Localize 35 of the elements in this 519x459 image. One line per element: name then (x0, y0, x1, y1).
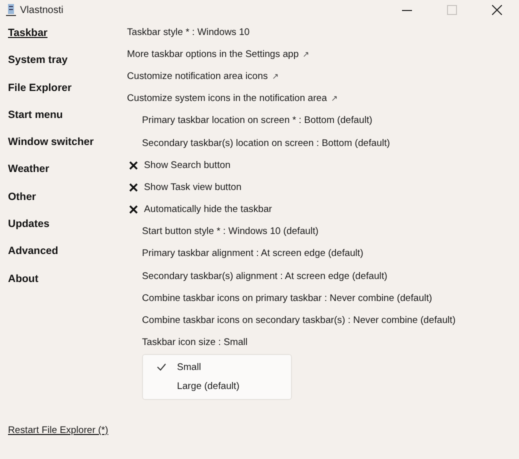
external-link-icon: ↗ (302, 50, 310, 59)
external-link-icon: ↗ (330, 94, 338, 104)
close-icon (492, 5, 502, 15)
setting-option[interactable]: Primary taskbar alignment : At screen edge (default) (142, 248, 364, 260)
setting-toggle[interactable]: Automatically hide the taskbar (144, 204, 272, 216)
settings-link[interactable]: More taskbar options in the Settings app (127, 48, 299, 60)
setting-option[interactable]: Secondary taskbar(s) location on screen : Bottom (default) (142, 138, 390, 149)
sidebar-item[interactable]: File Explorer (8, 74, 72, 102)
settings-link[interactable]: Customize notification area icons (127, 70, 268, 82)
menu-item[interactable]: Small (143, 358, 291, 377)
external-link-icon: ↗ (272, 72, 279, 81)
settings-link[interactable]: Customize system icons in the notification area (127, 93, 327, 104)
setting-toggle[interactable]: Show Task view button (144, 182, 242, 193)
setting-option[interactable]: Start button style * : Windows 10 (default) (142, 226, 319, 238)
sidebar-item[interactable]: Taskbar (8, 20, 48, 48)
setting-option[interactable]: Taskbar icon size : Small (142, 337, 248, 348)
sidebar-item[interactable]: Window switcher (8, 129, 94, 156)
sidebar-item[interactable]: About (8, 266, 38, 293)
sidebar-item[interactable]: System tray (8, 47, 68, 75)
setting-option[interactable]: Combine taskbar icons on secondary taskbar(s) : Never combine (default) (142, 315, 456, 326)
setting-option[interactable]: Combine taskbar icons on primary taskbar : Never combine (default) (142, 292, 432, 304)
menu-item[interactable]: Large (default) (143, 376, 291, 396)
setting-option[interactable]: Taskbar style * : Windows 10 (127, 26, 250, 38)
app-icon (6, 4, 16, 16)
sidebar-item[interactable]: Advanced (8, 238, 58, 266)
sidebar-item[interactable]: Updates (8, 211, 50, 238)
setting-option[interactable]: Primary taskbar location on screen * : Bottom (default) (142, 115, 372, 126)
maximize-icon (446, 5, 456, 15)
setting-toggle[interactable]: Show Search button (144, 160, 230, 171)
sidebar-item[interactable]: Other (8, 184, 36, 212)
sidebar-item[interactable]: Weather (8, 156, 50, 184)
restart-link[interactable]: Restart File Explorer (*) (8, 425, 108, 436)
sidebar-item[interactable]: Start menu (8, 102, 63, 130)
window-title: Vlastnosti (20, 4, 64, 16)
setting-option[interactable]: Secondary taskbar(s) alignment : At screen edge (default) (142, 270, 388, 282)
